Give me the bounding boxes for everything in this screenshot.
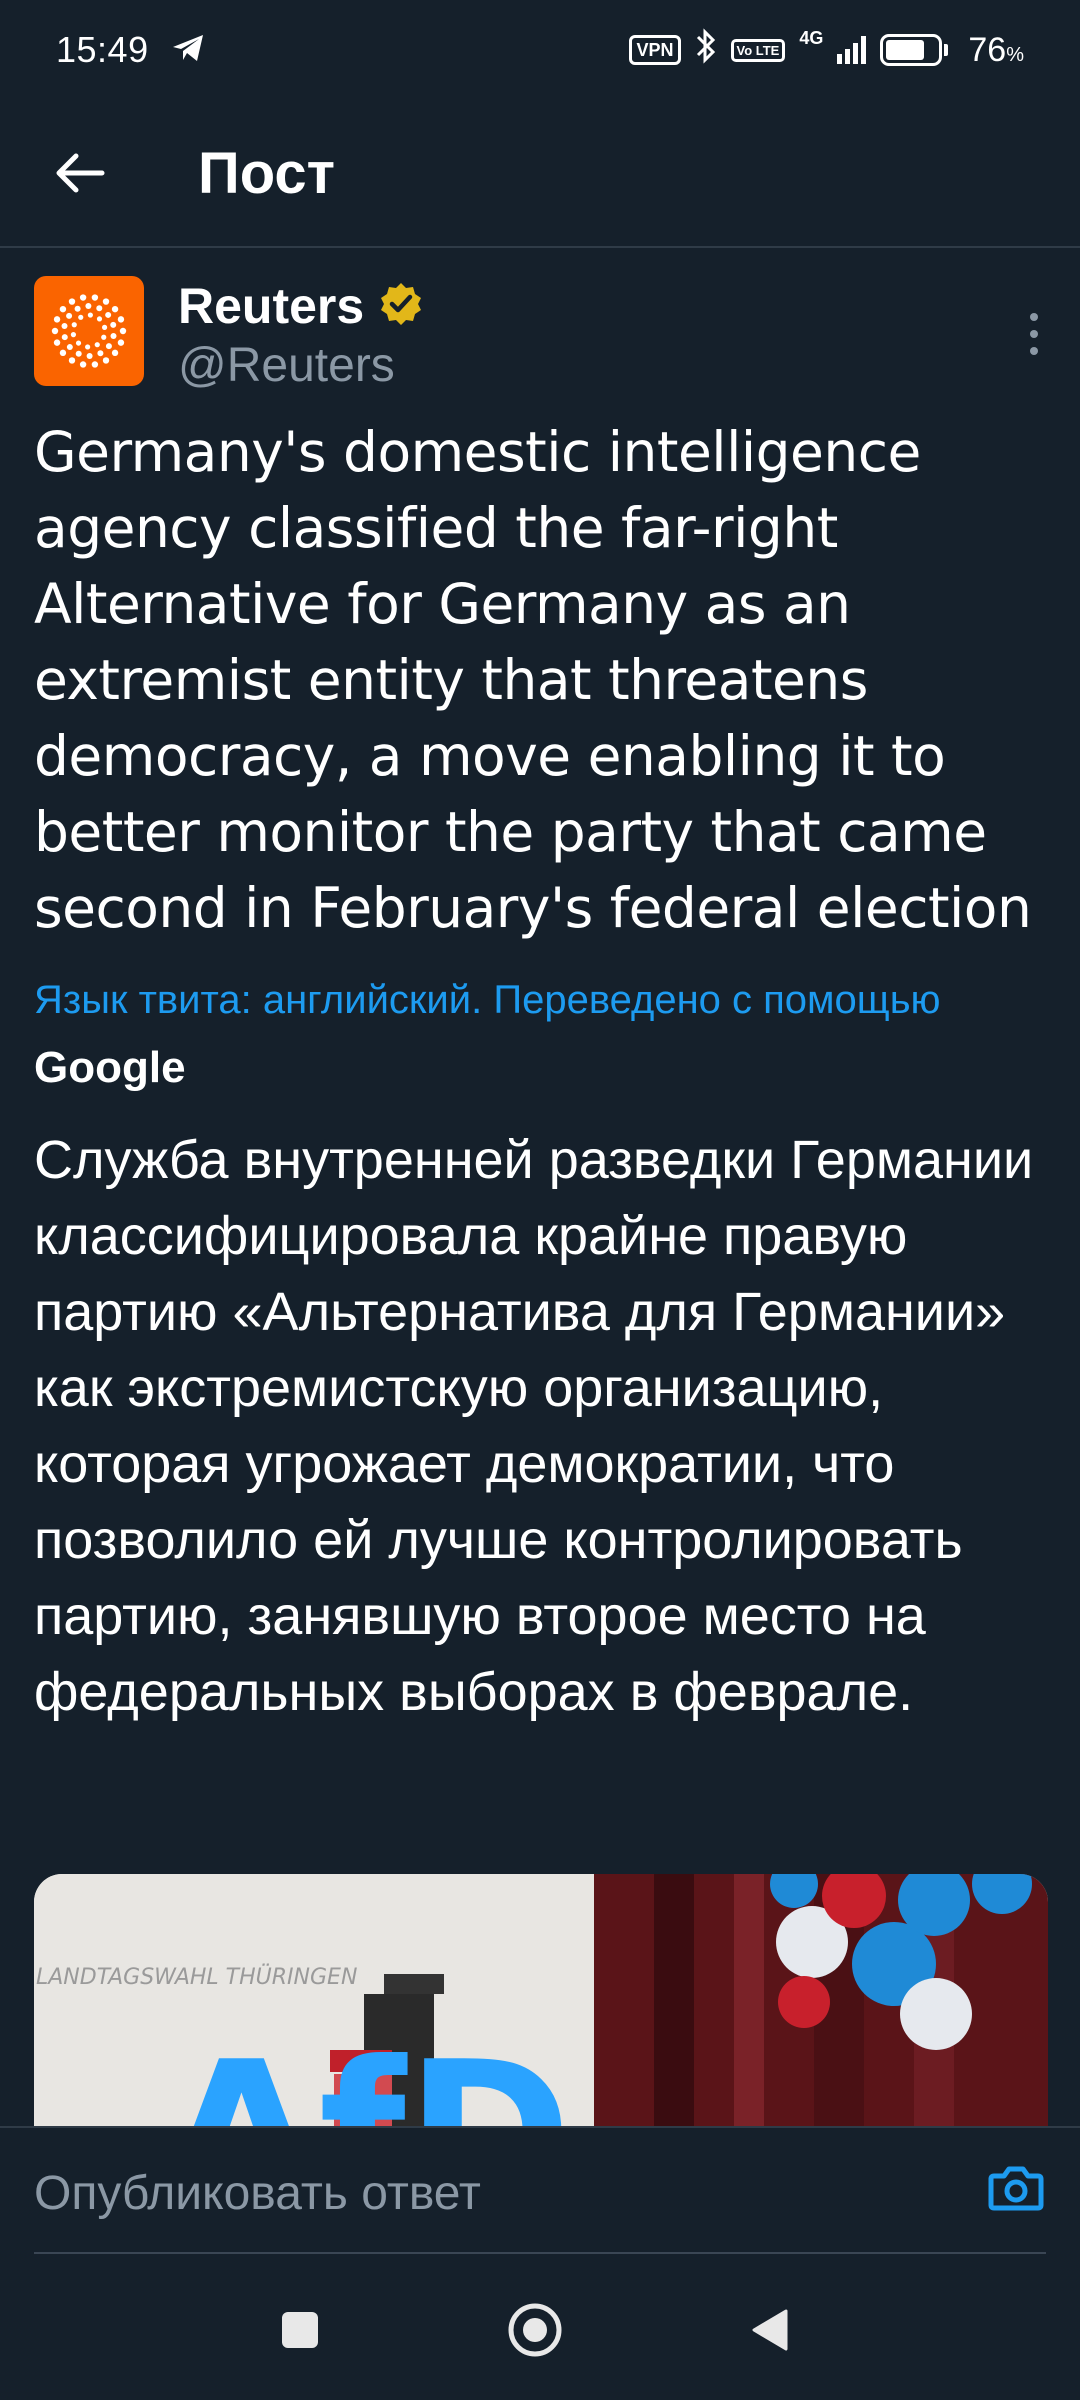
reuters-logo-dot <box>59 305 67 313</box>
reuters-logo-dot <box>110 332 117 339</box>
translated-post-text: Служба внутренней разведки Германии клас… <box>34 1130 1034 1722</box>
reuters-logo-dot <box>59 349 67 357</box>
google-logo-text: Google <box>34 1043 186 1092</box>
author-name[interactable]: Reuters <box>178 277 364 335</box>
reuters-logo-icon <box>51 294 127 368</box>
reuters-logo-dot <box>102 357 110 364</box>
triangle-back-icon[interactable] <box>730 2290 810 2370</box>
reuters-logo-dot <box>105 343 112 350</box>
reuters-logo-dot <box>75 350 82 357</box>
afd-logo-letters: AfD <box>164 2019 572 2136</box>
more-vertical-icon[interactable] <box>1014 304 1054 364</box>
author-info: Reuters @Reuters <box>178 276 424 393</box>
reuters-logo-dot <box>117 339 125 346</box>
status-right: VPN Vo LTE 4G 76% <box>629 28 1024 72</box>
reply-input[interactable] <box>34 2158 954 2228</box>
reuters-logo-dot <box>79 361 87 368</box>
reuters-logo-dot <box>101 334 107 340</box>
system-navigation-bar <box>0 2256 1080 2400</box>
reuters-logo-dot <box>96 316 103 322</box>
reuters-logo-dot <box>87 312 93 318</box>
verified-badge-icon <box>378 281 424 332</box>
volte-badge: Vo LTE <box>730 38 786 62</box>
network-type: 4G <box>799 28 824 48</box>
translation-note[interactable]: Язык твита: английский. Переведено с пом… <box>34 966 1054 1103</box>
afd-rally-image: LANDTAGSWAHL THÜRINGEN AfD <box>34 1874 1048 2136</box>
reuters-logo-dot <box>74 305 81 312</box>
post-text: Germany's domestic intelligence agency c… <box>34 420 1032 940</box>
reuters-logo-dot <box>111 305 119 313</box>
camera-icon[interactable] <box>986 2158 1046 2218</box>
reuters-logo-dot <box>51 327 59 335</box>
telegram-icon <box>171 33 205 68</box>
reuters-logo-dot <box>111 349 119 357</box>
status-time: 15:49 <box>56 29 149 70</box>
post-image[interactable]: LANDTAGSWAHL THÜRINGEN AfD <box>34 1874 1048 2136</box>
reuters-logo-dot <box>68 357 76 364</box>
reuters-logo-dot <box>53 339 61 346</box>
reuters-logo-dot <box>75 340 82 346</box>
reuters-logo-dot <box>70 332 77 338</box>
bluetooth-icon <box>695 28 717 72</box>
reuters-logo-dot <box>102 298 110 305</box>
reuters-logo-dot <box>91 361 99 368</box>
square-recents-icon[interactable] <box>260 2290 340 2370</box>
post-screen: 15:49 VPN Vo LTE 4G 76% Пост Reuters @Re… <box>0 0 1080 2400</box>
page-title: Пост <box>198 140 336 206</box>
reuters-logo-dot <box>66 312 73 319</box>
reply-bar <box>0 2126 1080 2256</box>
circle-home-icon[interactable] <box>495 2290 575 2370</box>
post-author: Reuters @Reuters <box>34 276 1054 396</box>
reuters-logo-dot <box>94 342 100 348</box>
status-bar: 15:49 VPN Vo LTE 4G 76% <box>0 0 1080 100</box>
translation-note-text: Язык твита: английский. Переведено с пом… <box>34 978 941 1022</box>
battery-percent: 76% <box>968 30 1024 69</box>
battery-icon <box>880 34 949 66</box>
reuters-logo-dot <box>119 327 127 335</box>
reuters-logo-dot <box>117 316 125 323</box>
reply-input-underline <box>34 2252 1046 2254</box>
reuters-logo-dot <box>85 344 91 350</box>
reuters-logo-dot <box>101 324 108 330</box>
author-handle[interactable]: @Reuters <box>178 338 424 393</box>
reuters-logo-dot <box>85 303 92 310</box>
reuters-logo-dot <box>96 305 103 312</box>
reuters-logo-dot <box>71 322 77 328</box>
status-left: 15:49 <box>56 29 205 71</box>
reuters-logo-dot <box>86 352 93 359</box>
stage-sign-text: LANDTAGSWAHL THÜRINGEN <box>36 1964 357 1990</box>
back-arrow-icon[interactable] <box>40 133 120 213</box>
reuters-logo-dot <box>68 298 76 305</box>
reuters-logo-dot <box>61 334 68 341</box>
reuters-logo-dot <box>91 294 99 301</box>
reuters-logo-dot <box>53 316 61 323</box>
avatar[interactable] <box>34 276 144 386</box>
reuters-logo-dot <box>105 311 112 318</box>
reuters-logo-dot <box>79 294 87 301</box>
author-name-row: Reuters <box>178 276 424 336</box>
reuters-logo-dot <box>97 350 104 357</box>
reuters-logo-dot <box>78 314 84 320</box>
top-app-bar: Пост <box>0 100 1080 248</box>
reuters-logo-dot <box>61 323 68 330</box>
signal-strength-icon <box>837 36 867 64</box>
reuters-logo-dot <box>66 344 73 351</box>
reuters-logo-dot <box>110 321 117 328</box>
vpn-badge: VPN <box>629 35 681 65</box>
